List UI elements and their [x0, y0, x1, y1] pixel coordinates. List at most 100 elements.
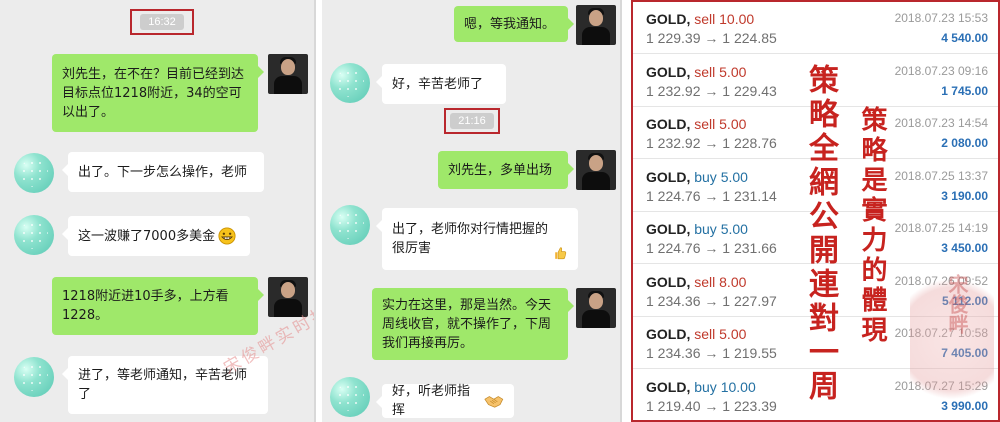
- chat-message-bubble[interactable]: 出了。下一步怎么操作，老师: [62, 152, 264, 192]
- trade-date: 2018.07.25 14:19: [894, 221, 988, 235]
- trade-lots: 5.00: [720, 221, 748, 237]
- chat-message-bubble[interactable]: 刘先生，多单出场: [438, 151, 574, 189]
- trade-symbol: GOLD, sell 5.00: [646, 64, 746, 80]
- trade-row[interactable]: GOLD, sell 10.00 2018.07.23 15:53 1 229.39…: [633, 2, 998, 54]
- trade-side-text: sell: [694, 11, 716, 27]
- chat-panel-right: 嗯，等我通知。 好，辛苦老师了 21:16 刘先生，多单出场 出了，老师你对行情…: [322, 0, 622, 422]
- chat-message-bubble[interactable]: 刘先生，在不在？目前已经到达目标点位1218附近，34的空可以出了。: [52, 54, 264, 132]
- trade-side-text: sell: [694, 63, 716, 80]
- chat-message-bubble[interactable]: 1218附近进10手多，上方看1228。: [52, 277, 264, 335]
- trade-symbol-text: GOLD,: [646, 378, 691, 395]
- trade-prices: 1 229.39 → 1 224.85: [646, 30, 777, 46]
- close-price: 1 227.97: [722, 292, 777, 309]
- trade-symbol: GOLD, sell 8.00: [646, 274, 746, 290]
- thumbs-up-emoji-icon: [555, 247, 567, 260]
- student-avatar[interactable]: [330, 377, 370, 417]
- open-price: 1 232.92: [646, 82, 701, 99]
- trade-side: buy 5.00: [694, 169, 748, 185]
- trade-prices: 1 224.76 → 1 231.14: [646, 188, 777, 204]
- close-price: 1 228.76: [722, 135, 777, 151]
- student-avatar[interactable]: [14, 357, 54, 397]
- chat-message-bubble[interactable]: 好，辛苦老师了: [376, 64, 506, 104]
- trade-prices: 1 232.92 → 1 228.76: [646, 135, 777, 151]
- teacher-avatar[interactable]: [576, 5, 616, 45]
- chat-message-text: 出了。下一步怎么操作，老师: [78, 164, 248, 180]
- arrow-icon: →: [704, 292, 719, 309]
- trade-symbol-text: GOLD,: [646, 11, 691, 27]
- grin-emoji-icon: [218, 227, 236, 245]
- chat-message-text: 出了，老师你对行情把握的很厉害: [392, 222, 549, 256]
- trade-symbol-text: GOLD,: [646, 221, 691, 237]
- trade-side-text: sell: [694, 326, 716, 342]
- teacher-avatar[interactable]: [576, 150, 616, 190]
- trade-lots: 10.00: [719, 11, 755, 27]
- arrow-icon: →: [704, 240, 719, 256]
- open-price: 1 224.76: [646, 187, 701, 204]
- chat-message-text: 好，听老师指挥: [392, 384, 471, 418]
- trade-date: 2018.07.25 13:37: [894, 168, 988, 183]
- chat-message-text: 刘先生，在不在？目前已经到达目标点位1218附近，34的空可以出了。: [62, 66, 245, 120]
- trade-history-panel: GOLD, sell 10.00 2018.07.23 15:53 1 229.39…: [631, 0, 1000, 422]
- trade-lots: 5.00: [719, 116, 747, 132]
- timestamp-chip: 16:32: [130, 9, 194, 35]
- trade-prices: 1 234.36 → 1 219.55: [646, 345, 777, 361]
- close-price: 1 219.55: [722, 345, 777, 361]
- trade-prices: 1 234.36 → 1 227.97: [646, 293, 777, 309]
- trade-side: sell 5.00: [694, 64, 746, 80]
- teacher-avatar[interactable]: [268, 54, 308, 94]
- open-price: 1 224.76: [646, 240, 701, 256]
- trade-prices: 1 224.76 → 1 231.66: [646, 240, 777, 256]
- close-price: 1 231.66: [722, 240, 777, 256]
- trade-symbol: GOLD, buy 5.00: [646, 221, 748, 237]
- chat-message-bubble[interactable]: 出了，老师你对行情把握的很厉害: [376, 208, 578, 270]
- trade-symbol-text: GOLD,: [646, 326, 691, 342]
- arrow-icon: →: [704, 345, 719, 361]
- chat-message-bubble[interactable]: 这一波赚了7000多美金: [62, 216, 250, 256]
- timestamp: 16:32: [140, 14, 184, 30]
- trade-prices: 1 219.40 → 1 223.39: [646, 398, 777, 414]
- trade-symbol-text: GOLD,: [646, 63, 691, 80]
- student-avatar[interactable]: [14, 153, 54, 193]
- trade-symbol: GOLD, buy 10.00: [646, 379, 756, 395]
- trade-symbol: GOLD, buy 5.00: [646, 169, 748, 185]
- arrow-icon: →: [704, 82, 719, 99]
- open-price: 1 234.36: [646, 292, 701, 309]
- chat-message-text: 嗯，等我通知。: [464, 16, 556, 32]
- open-price: 1 232.92: [646, 135, 701, 151]
- trade-lots: 8.00: [719, 273, 747, 290]
- handshake-emoji-icon: [484, 396, 504, 408]
- trade-lots: 5.00: [719, 326, 747, 342]
- trade-side: sell 8.00: [694, 274, 746, 290]
- arrow-icon: →: [704, 187, 719, 204]
- open-price: 1 234.36: [646, 345, 701, 361]
- trade-lots: 5.00: [720, 168, 748, 185]
- student-avatar[interactable]: [330, 63, 370, 103]
- student-avatar[interactable]: [330, 205, 370, 245]
- trade-side: sell 10.00: [694, 11, 754, 27]
- close-price: 1 224.85: [722, 30, 777, 46]
- chat-message-bubble[interactable]: 嗯，等我通知。: [454, 6, 574, 42]
- close-price: 1 229.43: [722, 82, 777, 99]
- chat-message-text: 这一波赚了7000多美金: [78, 228, 216, 244]
- trade-profit: 2 080.00: [941, 136, 988, 150]
- trade-profit: 3 190.00: [941, 188, 988, 203]
- trade-symbol-text: GOLD,: [646, 116, 691, 132]
- chat-message-bubble[interactable]: 实力在这里，那是当然。今天周线收官，就不操作了，下周我们再接再厉。: [372, 288, 574, 360]
- trade-profit: 1 745.00: [941, 83, 988, 98]
- seal-stamp: 宋俊畔: [945, 274, 969, 334]
- chat-message-text: 好，辛苦老师了: [392, 76, 484, 92]
- arrow-icon: →: [704, 30, 719, 46]
- student-avatar[interactable]: [14, 215, 54, 255]
- teacher-avatar[interactable]: [576, 288, 616, 328]
- chat-panel-left: 16:32 刘先生，在不在？目前已经到达目标点位1218附近，34的空可以出了。…: [0, 0, 316, 422]
- chat-message-text: 刘先生，多单出场: [448, 162, 553, 178]
- trade-date: 2018.07.23 09:16: [894, 63, 988, 78]
- overlay-caption-2: 策略是實力的體現: [857, 106, 887, 346]
- timestamp: 21:16: [450, 113, 494, 129]
- trade-prices: 1 232.92 → 1 229.43: [646, 83, 777, 99]
- timestamp-chip: 21:16: [444, 108, 500, 134]
- chat-message-text: 1218附近进10手多，上方看1228。: [62, 289, 229, 323]
- arrow-icon: →: [704, 135, 719, 151]
- trade-side-text: buy: [694, 168, 717, 185]
- chat-message-bubble[interactable]: 好，听老师指挥: [376, 384, 514, 418]
